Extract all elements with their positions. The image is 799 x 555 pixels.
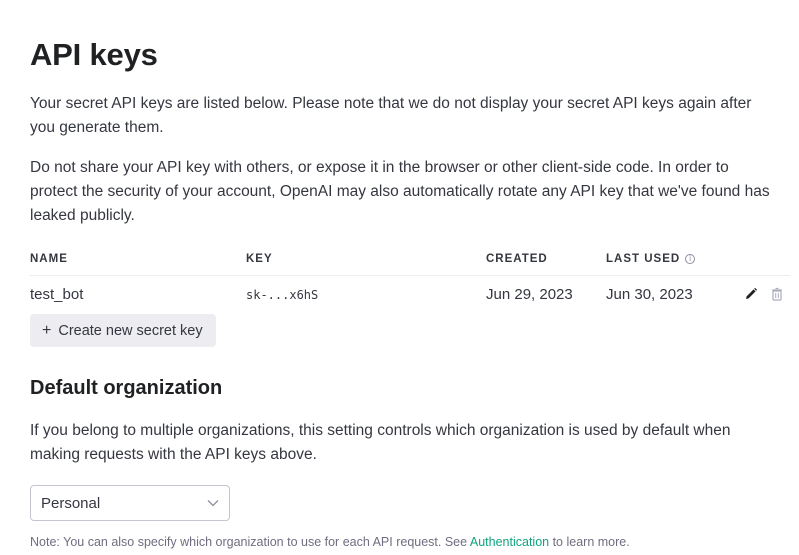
organization-note: Note: You can also specify which organiz… [30,535,630,549]
key-last-used-date: Jun 30, 2023 [606,286,693,303]
column-header-last-used-label: LAST USED [606,253,681,265]
default-organization-heading: Default organization [30,377,223,399]
table-divider [30,275,790,276]
info-icon[interactable]: i [685,254,696,264]
api-keys-page: API keys Your secret API keys are listed… [0,0,799,555]
authentication-link[interactable]: Authentication [470,535,549,549]
default-organization-description: If you belong to multiple organizations,… [30,422,731,463]
pencil-icon[interactable] [744,287,758,301]
security-paragraph: Do not share your API key with others, o… [30,159,770,224]
plus-icon: + [42,321,52,339]
key-value: sk-...x6hS [246,288,319,302]
organization-select-value: Personal [41,494,101,512]
note-prefix: Note: You can also specify which organiz… [30,535,470,549]
organization-select[interactable]: Personal [30,485,230,521]
key-name: test_bot [30,286,84,303]
intro-paragraph: Your secret API keys are listed below. P… [30,95,752,136]
column-header-last-used: LAST USED i [606,253,696,265]
create-new-secret-key-button[interactable]: + Create new secret key [30,314,216,347]
create-new-secret-key-label: Create new secret key [58,322,203,339]
chevron-down-icon [207,500,219,507]
trash-icon[interactable] [770,287,784,301]
column-header-name: NAME [30,253,68,265]
column-header-key: KEY [246,253,273,265]
column-header-created: CREATED [486,253,548,265]
key-created-date: Jun 29, 2023 [486,286,573,303]
page-title: API keys [30,37,158,72]
note-suffix: to learn more. [549,535,630,549]
